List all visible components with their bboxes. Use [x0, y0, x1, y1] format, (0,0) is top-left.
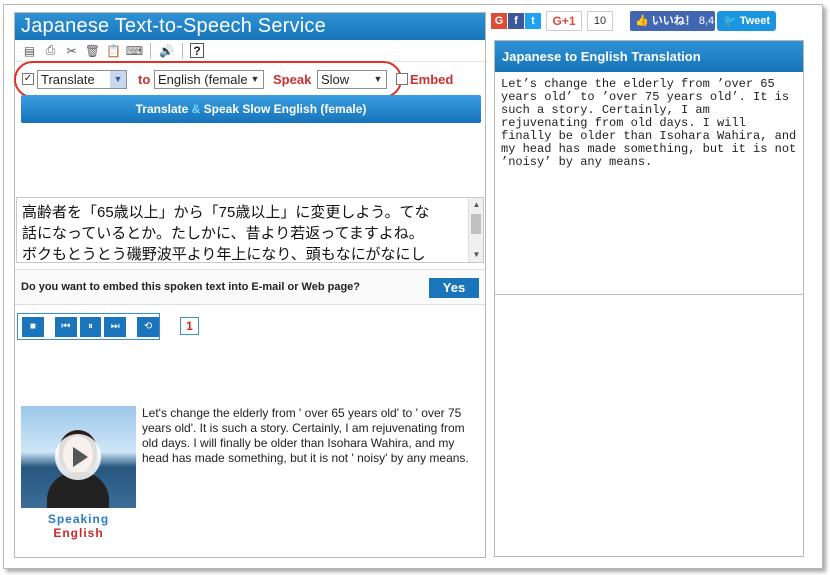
embed-question: Do you want to embed this spoken text in… [21, 281, 360, 293]
speak-label: Speak [273, 72, 312, 87]
button-label-part: Translate [135, 102, 189, 116]
cut-icon[interactable]: ✂ [63, 42, 80, 59]
stop-icon[interactable]: ■ [22, 316, 44, 337]
repeat-icon[interactable]: ⟲ [137, 316, 159, 337]
text-line: ボクもとうとう磯野波平より年上になり、頭もなにがなにし [22, 246, 426, 263]
speaking-language: English [53, 526, 104, 540]
translation-panel: Japanese to English Translation Let’s ch… [494, 40, 804, 557]
text-line: 話になっているとか。たしかに、昔より若返ってますよね。 [22, 225, 424, 242]
playback-controls: ■ ⏮ ⏸ ⏭ ⟲ [17, 313, 160, 340]
chevron-down-icon: ▼ [373, 74, 383, 84]
speed-select[interactable]: Slow ▼ [317, 70, 387, 89]
tweet-label: Tweet [739, 15, 771, 27]
paste-icon[interactable]: 📋 [105, 42, 122, 59]
toolbar-divider [182, 42, 183, 59]
translate-select[interactable]: Translate ▼ [37, 70, 127, 89]
twitter-bird-icon: 🐦 [722, 15, 737, 27]
google-icon[interactable]: G [491, 13, 507, 29]
japanese-text-input[interactable]: 高齢者を「65歳以上」から「75歳以上」に変更しよう。てな 話になっているとか。… [16, 197, 484, 263]
embed-prompt: Do you want to embed this spoken text in… [15, 269, 485, 305]
scroll-up-icon[interactable]: ▲ [469, 198, 483, 212]
like-count: 8,4 [698, 15, 715, 27]
trash-icon[interactable]: 🗑 [84, 42, 101, 59]
spoken-english-text: Let's change the elderly from ' over 65 … [142, 406, 469, 465]
avatar[interactable] [21, 406, 136, 508]
speaker-icon[interactable]: 🔊 [158, 42, 175, 59]
twitter-icon[interactable]: t [525, 13, 541, 29]
pause-icon[interactable]: ⏸ [79, 316, 102, 337]
embed-yes-button[interactable]: Yes [429, 278, 479, 298]
button-label-part: Speak Slow English (female) [203, 102, 367, 116]
toolbar-divider [150, 42, 151, 59]
scrollbar[interactable]: ▲ ▼ [468, 198, 483, 262]
sentence-counter: 1 [180, 317, 199, 335]
toolbar: ▤ ⎙ ✂ 🗑 📋 ⌨ 🔊 ? [15, 40, 485, 62]
language-select[interactable]: English (female ▼ [154, 70, 264, 89]
keyboard-icon[interactable]: ⌨ [126, 42, 143, 59]
facebook-icon[interactable]: f [508, 13, 524, 29]
like-button[interactable]: 👍 いいね！ 8,4 [630, 11, 715, 31]
language-select-value: English (female [158, 72, 248, 87]
gplus-button[interactable]: G+1 [546, 11, 582, 31]
translation-panel-title: Japanese to English Translation [495, 41, 803, 72]
translate-checkbox[interactable]: ✓ [22, 73, 34, 85]
like-label: いいね！ [651, 15, 696, 27]
speed-select-value: Slow [321, 72, 350, 87]
notepad-icon[interactable]: ▤ [21, 42, 38, 59]
previous-icon[interactable]: ⏮ [54, 316, 77, 337]
translation-output[interactable]: Let’s change the elderly from ’over 65 y… [495, 72, 803, 295]
text-line: 高齢者を「65歳以上」から「75歳以上」に変更しよう。てな [22, 204, 430, 221]
thumbs-up-icon: 👍 [635, 15, 649, 27]
scroll-down-icon[interactable]: ▼ [469, 248, 483, 262]
translation-controls: ✓ Translate ▼ to English (female ▼ Speak… [14, 61, 483, 98]
to-label: to [138, 72, 151, 87]
help-icon[interactable]: ? [190, 43, 204, 58]
tweet-button[interactable]: 🐦 Tweet [717, 11, 776, 31]
chevron-down-icon: ▼ [250, 74, 260, 84]
embed-checkbox[interactable] [396, 73, 408, 85]
translate-select-value: Translate [41, 72, 95, 87]
print-icon[interactable]: ⎙ [42, 42, 59, 59]
gplus-count: 10 [587, 11, 613, 31]
page-title: Japanese Text-to-Speech Service [15, 13, 485, 40]
chevron-down-icon: ▼ [110, 71, 126, 88]
next-icon[interactable]: ⏭ [104, 316, 127, 337]
speaking-label: Speaking [47, 512, 110, 526]
speaking-caption: Speaking English [21, 512, 136, 540]
button-label-amp: & [188, 102, 204, 116]
play-icon[interactable] [55, 434, 101, 480]
translate-speak-button[interactable]: Translate & Speak Slow English (female) [21, 95, 481, 123]
embed-label: Embed [410, 72, 454, 87]
scroll-thumb[interactable] [471, 214, 481, 234]
tts-panel: Japanese Text-to-Speech Service ▤ ⎙ ✂ 🗑 … [14, 12, 486, 558]
